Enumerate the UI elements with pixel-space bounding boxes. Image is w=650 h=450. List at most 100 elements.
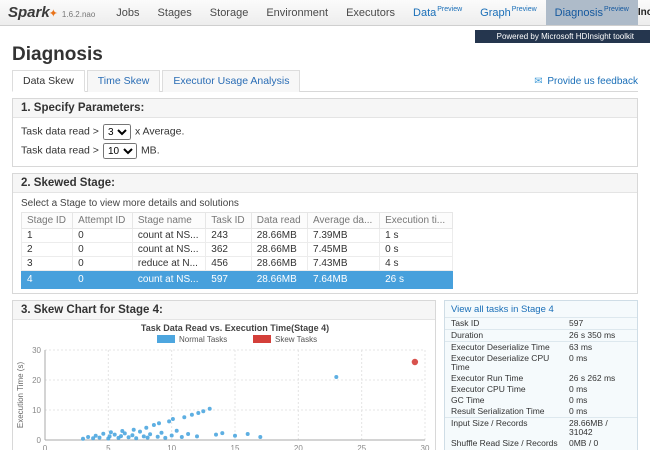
table-cell: 7.39MB [307,228,381,243]
svg-text:30: 30 [421,444,430,450]
parameter-row: Task data read >3 x Average. [21,124,629,141]
skewed-stage-subtitle: Select a Stage to view more details and … [21,198,239,209]
table-column-header: Attempt ID [72,212,133,229]
detail-group: Input Size / Records 28.66MB / 31042 Shuff… [445,417,637,450]
table-cell: 1 s [379,228,453,243]
table-cell: 28.66MB [250,242,309,257]
detail-row: Duration 26 s 350 ms [445,330,637,341]
task-details-panel: View all tasks in Stage 4 Task ID 597 Dura… [444,300,638,450]
detail-value: 0 ms [569,406,588,416]
table-cell: 0 [72,242,133,257]
detail-label: Shuffle Read Size / Records [451,438,558,448]
detail-value: 26 s 262 ms [569,373,616,383]
svg-text:15: 15 [231,444,240,450]
section-skew-chart-heading: 3. Skew Chart for Stage 4: [13,301,435,320]
tab-data-skew[interactable]: Data Skew [12,70,85,92]
nav-item-stages[interactable]: Stages [149,0,201,25]
table-cell: count at NS... [131,228,207,243]
svg-text:20: 20 [32,376,41,385]
table-column-header: Task ID [205,212,252,229]
task-details-rows: Task ID 597 Duration 26 s 350 ms Executor De… [445,317,637,450]
svg-text:Task Data Read vs. Execution T: Task Data Read vs. Execution Time(Stage … [141,323,329,333]
parameter-select-1[interactable]: 10 [102,143,137,159]
top-navbar: Spark ✦ 1.6.2.nao Jobs Stages Storage Envir… [0,0,650,26]
table-cell: 4 s [379,256,453,271]
feedback-link[interactable]: ✉ Provide us feedback [534,76,638,87]
section-specify-parameters-heading: 1. Specify Parameters: [13,99,637,118]
table-cell: 456 [205,256,252,271]
detail-row: Executor Deserialize Time 63 ms [445,342,637,353]
table-cell: count at NS... [131,270,207,289]
detail-value: 597 [569,318,584,328]
nav-item-executors[interactable]: Executors [337,0,404,25]
table-cell: 28.66MB [250,270,309,289]
view-all-tasks-link[interactable]: View all tasks in Stage 4 [445,301,637,317]
mail-icon: ✉ [534,76,543,87]
detail-label: Executor CPU Time [451,384,526,394]
table-cell: 3 [20,256,74,271]
parameter-suffix: x Average. [134,125,185,138]
nav-item-storage[interactable]: Storage [201,0,258,25]
table-column-header: Stage ID [20,212,74,229]
table-cell: count at NS... [131,242,207,257]
nav-item-jobs[interactable]: Jobs [107,0,148,25]
table-cell: 2 [20,242,74,257]
tab-time-skew[interactable]: Time Skew [86,70,161,92]
preview-badge: Preview [511,6,537,13]
feedback-label: Provide us feedback [547,76,638,87]
detail-label: Result Serialization Time [451,406,545,416]
nav-item-label: Data [413,6,437,19]
table-cell: 7.43MB [307,256,381,271]
detail-group: Executor Deserialize Time 63 ms Executor D… [445,341,637,417]
spark-version: 1.6.2.nao [61,10,96,19]
detail-label: Duration [451,330,484,340]
detail-value: 63 ms [569,342,593,352]
detail-group: Task ID 597 [445,317,637,329]
nav-item-data[interactable]: Data Preview [404,0,471,25]
detail-row: Executor Run Time 26 s 262 ms [445,373,637,384]
table-cell: 1 [20,228,74,243]
svg-text:5: 5 [106,444,111,450]
detail-row: GC Time 0 ms [445,395,637,406]
detail-label: Task ID [451,318,480,328]
nav-item-environment[interactable]: Environment [257,0,337,25]
detail-value: 26 s 350 ms [569,330,616,340]
table-row-stage-1[interactable]: 1 0 count at NS... 243 28.66MB 7.39MB 1 s [20,228,453,243]
table-row-stage-4[interactable]: 4 0 count at NS... 597 28.66MB 7.64MB 26 s [20,270,453,289]
table-column-header: Average da... [307,212,381,229]
table-cell: 0 [72,270,133,289]
detail-row: Executor CPU Time 0 ms [445,384,637,395]
table-row-stage-3[interactable]: 3 0 reduce at N... 456 28.66MB 7.43MB 4 s [20,256,453,271]
spark-logo-text: Spark [8,4,50,21]
nav-items: Jobs Stages Storage Environment Executors Dat… [107,0,638,25]
table-cell: 28.66MB [250,228,309,243]
parameter-suffix: MB. [140,144,160,157]
tabs-row: Data Skew Time Skew Executor Usage Analysi… [12,70,638,92]
detail-group: Duration 26 s 350 ms [445,329,637,341]
detail-label: Executor Deserialize Time [451,342,550,352]
detail-row: Result Serialization Time 0 ms [445,406,637,417]
table-column-header: Execution ti... [379,212,453,229]
table-cell: 7.45MB [307,242,381,257]
svg-text:0: 0 [37,436,42,445]
svg-text:0: 0 [43,444,48,450]
table-row-stage-2[interactable]: 2 0 count at NS... 362 28.66MB 7.45MB 0 s [20,242,453,257]
detail-row: Shuffle Read Size / Records 0MB / 0 [445,438,637,449]
nav-item-label: Stages [157,6,192,19]
table-cell: 4 [20,270,74,289]
table-cell: 597 [205,270,252,289]
nav-item-diagnosis[interactable]: Diagnosis Preview [545,0,638,25]
table-cell: 28.66MB [250,256,309,271]
spark-logo[interactable]: Spark ✦ 1.6.2.nao [8,4,95,21]
nav-item-graph[interactable]: Graph Preview [471,0,545,25]
svg-text:Normal Tasks: Normal Tasks [179,335,227,344]
preview-badge: Preview [603,6,629,13]
table-cell: reduce at N... [131,256,207,271]
nav-item-label: Environment [266,6,329,19]
skew-scatter-chart: 0 10 20 30 0 5 10 15 20 25 30 Task Data Read vs. Ex… [13,320,435,450]
tab-executor-usage-analysis[interactable]: Executor Usage Analysis [162,70,301,92]
skewed-stage-table: Stage ID Attempt ID Stage name Task ID Data … [20,212,453,289]
parameter-select-0[interactable]: 3 [102,124,131,140]
table-cell: 0 [72,228,133,243]
svg-text:10: 10 [167,444,176,450]
